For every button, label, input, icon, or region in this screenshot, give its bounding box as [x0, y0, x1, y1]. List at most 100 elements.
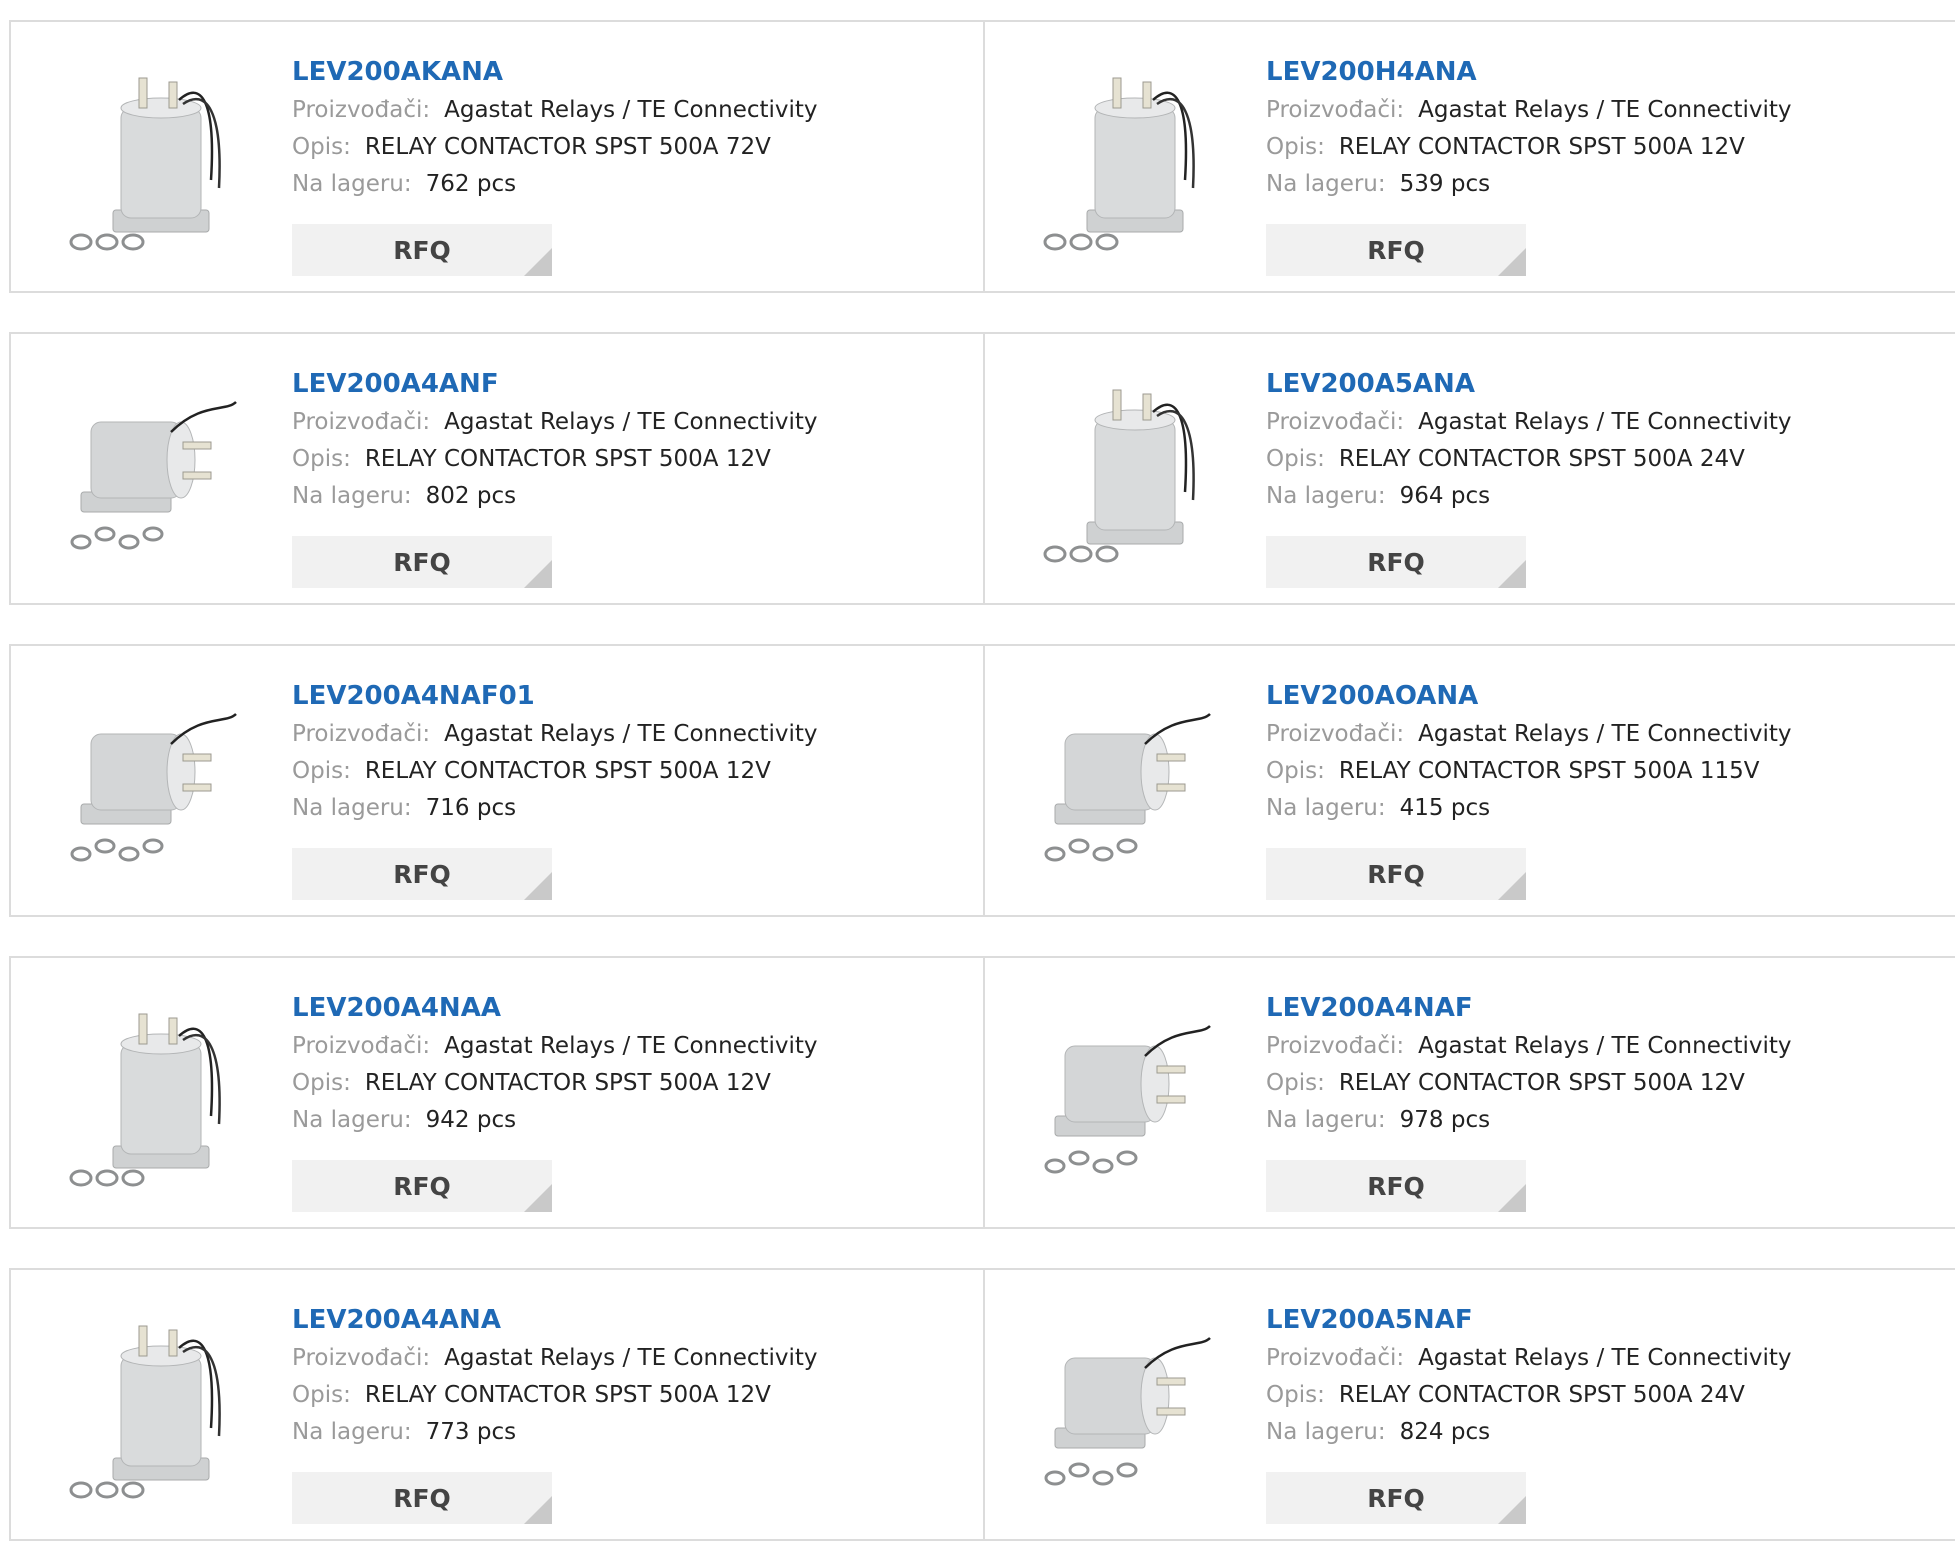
stock-value: 415 pcs	[1399, 795, 1491, 821]
rfq-button[interactable]: RFQ	[292, 1160, 552, 1212]
manufacturer-label: Proizvođači:	[1266, 97, 1405, 123]
rfq-label: RFQ	[393, 547, 451, 577]
relay-terminal	[182, 783, 212, 792]
stock-label: Na lageru:	[1266, 483, 1386, 509]
description-value: RELAY CONTACTOR SPST 500A 12V	[364, 1382, 771, 1408]
manufacturer-value: Agastat Relays / TE Connectivity	[1418, 1033, 1792, 1059]
corner-fold-decoration	[524, 248, 552, 276]
manufacturer-label: Proizvođači:	[292, 1345, 431, 1371]
part-number-link[interactable]: LEV200A5NAF	[1266, 1300, 1792, 1340]
washer-icon	[1116, 1462, 1138, 1478]
corner-fold-decoration	[1498, 1496, 1526, 1524]
rfq-button[interactable]: RFQ	[292, 536, 552, 588]
stock-value: 942 pcs	[425, 1107, 517, 1133]
description-label: Opis:	[292, 446, 351, 472]
manufacturer-value: Agastat Relays / TE Connectivity	[444, 1033, 818, 1059]
washer-icon	[121, 233, 145, 251]
stock-value: 773 pcs	[425, 1419, 517, 1445]
washer-icon	[118, 534, 140, 550]
washer-icon	[1092, 1470, 1114, 1486]
part-number-link[interactable]: LEV200AKANA	[292, 52, 818, 92]
relay-face	[1140, 1045, 1170, 1123]
stock-value: 964 pcs	[1399, 483, 1491, 509]
relay-terminal	[182, 471, 212, 480]
washer-icon	[1092, 1158, 1114, 1174]
relay-terminal	[138, 77, 148, 109]
rfq-button[interactable]: RFQ	[1266, 224, 1526, 276]
description-label: Opis:	[1266, 1070, 1325, 1096]
product-image[interactable]	[1025, 60, 1225, 260]
product-image[interactable]	[51, 684, 251, 884]
stock-value: 978 pcs	[1399, 1107, 1491, 1133]
washer-icon	[70, 534, 92, 550]
relay-face	[166, 421, 196, 499]
washer-icon	[95, 1169, 119, 1187]
stock-value: 762 pcs	[425, 171, 517, 197]
part-number-link[interactable]: LEV200AOANA	[1266, 676, 1792, 716]
corner-fold-decoration	[1498, 560, 1526, 588]
rfq-button[interactable]: RFQ	[1266, 1472, 1526, 1524]
stock-label: Na lageru:	[1266, 1107, 1386, 1133]
rfq-label: RFQ	[1367, 235, 1425, 265]
rfq-button[interactable]: RFQ	[292, 1472, 552, 1524]
product-image[interactable]	[51, 1308, 251, 1508]
product-image[interactable]	[1025, 996, 1225, 1196]
part-number-link[interactable]: LEV200A4ANF	[292, 364, 818, 404]
relay-body-group	[1043, 77, 1195, 251]
relay-terminal	[1112, 389, 1122, 421]
relay-picture	[69, 1325, 221, 1499]
part-number-link[interactable]: LEV200A5ANA	[1266, 364, 1792, 404]
washer-icon	[1043, 233, 1067, 251]
stock-label: Na lageru:	[292, 1419, 412, 1445]
relay-body-group	[1044, 713, 1211, 862]
part-number-link[interactable]: LEV200A4ANA	[292, 1300, 818, 1340]
description-value: RELAY CONTACTOR SPST 500A 24V	[1338, 1382, 1745, 1408]
rfq-label: RFQ	[1367, 1483, 1425, 1513]
washer-icon	[1095, 233, 1119, 251]
product-image[interactable]	[51, 60, 251, 260]
description-value: RELAY CONTACTOR SPST 500A 12V	[364, 446, 771, 472]
relay-terminal	[1156, 753, 1186, 762]
product-image[interactable]	[1025, 684, 1225, 884]
rfq-button[interactable]: RFQ	[1266, 1160, 1526, 1212]
relay-body	[120, 1043, 202, 1155]
product-card: LEV200H4ANA Proizvođači: Agastat Relays / …	[983, 22, 1955, 291]
washer-icon	[1068, 838, 1090, 854]
description-label: Opis:	[1266, 758, 1325, 784]
description-label: Opis:	[292, 1382, 351, 1408]
part-number-link[interactable]: LEV200A4NAF01	[292, 676, 818, 716]
relay-body-group	[70, 401, 237, 550]
manufacturer-value: Agastat Relays / TE Connectivity	[1418, 721, 1792, 747]
manufacturer-label: Proizvođači:	[292, 97, 431, 123]
relay-picture	[69, 77, 221, 251]
product-image[interactable]	[1025, 372, 1225, 572]
part-number-link[interactable]: LEV200A4NAA	[292, 988, 818, 1028]
description-value: RELAY CONTACTOR SPST 500A 12V	[1338, 134, 1745, 160]
manufacturer-value: Agastat Relays / TE Connectivity	[1418, 1345, 1792, 1371]
part-number-link[interactable]: LEV200H4ANA	[1266, 52, 1792, 92]
product-card: LEV200AOANA Proizvođači: Agastat Relays / …	[983, 646, 1955, 915]
relay-picture	[1044, 1025, 1211, 1174]
relay-face	[1140, 1357, 1170, 1435]
relay-picture	[1043, 77, 1195, 251]
product-image[interactable]	[1025, 1308, 1225, 1508]
corner-fold-decoration	[524, 560, 552, 588]
part-number-link[interactable]: LEV200A4NAF	[1266, 988, 1792, 1028]
stock-label: Na lageru:	[1266, 171, 1386, 197]
rfq-button[interactable]: RFQ	[292, 224, 552, 276]
product-image[interactable]	[51, 372, 251, 572]
product-image[interactable]	[51, 996, 251, 1196]
description-label: Opis:	[1266, 1382, 1325, 1408]
product-card: LEV200A5ANA Proizvođači: Agastat Relays / …	[983, 334, 1955, 603]
washer-icon	[95, 1481, 119, 1499]
rfq-button[interactable]: RFQ	[1266, 848, 1526, 900]
manufacturer-label: Proizvođači:	[292, 1033, 431, 1059]
stock-label: Na lageru:	[292, 483, 412, 509]
relay-terminal	[1112, 77, 1122, 109]
relay-terminal	[1142, 393, 1152, 421]
relay-body	[120, 1355, 202, 1467]
rfq-button[interactable]: RFQ	[1266, 536, 1526, 588]
product-card: LEV200AKANA Proizvođači: Agastat Relays / …	[11, 22, 983, 291]
rfq-button[interactable]: RFQ	[292, 848, 552, 900]
description-value: RELAY CONTACTOR SPST 500A 12V	[1338, 1070, 1745, 1096]
